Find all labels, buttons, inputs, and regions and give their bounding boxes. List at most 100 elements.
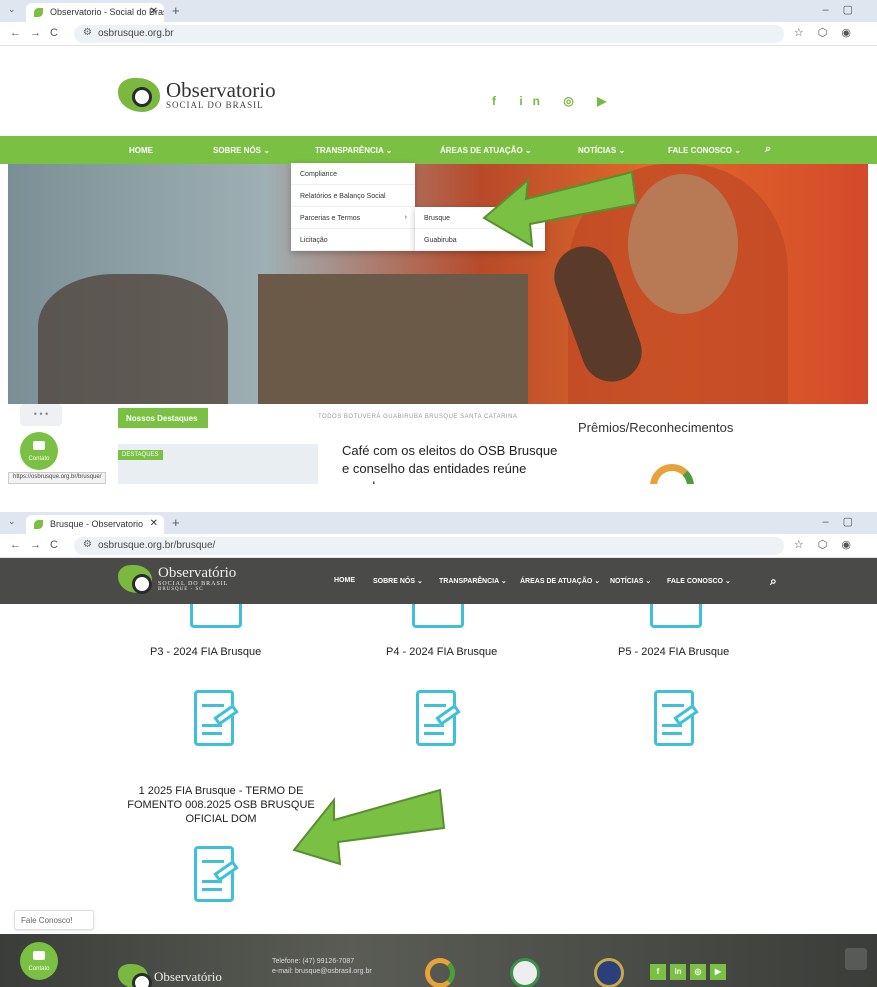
doc-title-p3[interactable]: P3 - 2024 FIA Brusque	[150, 646, 261, 658]
linkedin-icon[interactable]: in	[670, 964, 686, 980]
nav-sobre[interactable]: SOBRE NÓS ⌄	[373, 577, 423, 585]
logo-city: BRUSQUE - SC	[158, 587, 204, 592]
url-field[interactable]: ⚙ osbrusque.org.br	[74, 25, 784, 43]
browser-actions[interactable]: ☆⬡◉	[794, 538, 865, 551]
tab-title: Brusque - Observatorio	[50, 519, 144, 529]
logo-title: Observatório	[158, 565, 237, 581]
menu-item-compliance[interactable]: Compliance	[291, 163, 415, 185]
window-controls[interactable]: –▢	[822, 515, 867, 528]
documents-grid: P3 - 2024 FIA Brusque P4 - 2024 FIA Brus…	[0, 604, 877, 934]
award-badge-icon	[594, 958, 624, 987]
nav-noticias[interactable]: NOTÍCIAS ⌄	[610, 577, 651, 585]
news-thumbnail[interactable]: DESTAQUES	[118, 444, 318, 484]
menu-item-parcerias[interactable]: Parcerias e Termos ›	[291, 207, 415, 229]
nav-buttons[interactable]: ←→C	[10, 539, 67, 551]
favicon-icon	[34, 520, 43, 529]
url-text: osbrusque.org.br/brusque/	[98, 540, 216, 551]
footer-social: f in ◎ ▶	[650, 964, 726, 980]
contact-tooltip: Fale Conosco!	[14, 910, 94, 930]
close-tab-icon[interactable]: ✕	[150, 518, 158, 529]
doc-title-p5[interactable]: P5 - 2024 FIA Brusque	[618, 646, 729, 658]
address-bar: ←→C ⚙ osbrusque.org.br ☆⬡◉	[0, 22, 877, 46]
nav-home[interactable]: HOME	[334, 577, 355, 584]
favicon-icon	[34, 8, 43, 17]
tab-title: Observatorio - Social do Brasi	[50, 7, 164, 17]
document-icon[interactable]	[648, 690, 700, 746]
screenshot-brusque: ⌄ Brusque - Observatorio ✕ + –▢ ←→C ⚙ os…	[0, 512, 877, 987]
footer-logo[interactable]: Observatório	[118, 964, 222, 987]
nav-areas[interactable]: ÁREAS DE ATUAÇÃO ⌄	[520, 577, 600, 585]
nav-sobre[interactable]: SOBRE NÓS ⌄	[213, 146, 270, 155]
document-icon[interactable]	[412, 604, 464, 628]
facebook-icon[interactable]: f	[650, 964, 666, 980]
url-field[interactable]: ⚙ osbrusque.org.br/brusque/	[74, 537, 784, 555]
search-icon[interactable]: ⌕	[770, 574, 777, 589]
tab-list-icon[interactable]: ⌄	[8, 516, 16, 527]
chevron-right-icon: ›	[404, 214, 407, 221]
chat-button[interactable]: Contato	[20, 432, 58, 470]
site-info-icon[interactable]: ⚙	[83, 27, 92, 38]
hero-banner	[8, 164, 868, 404]
nav-transparencia[interactable]: TRANSPARÊNCIA ⌄	[439, 577, 507, 585]
document-icon[interactable]	[410, 690, 462, 746]
site-logo[interactable]: Observatório SOCIAL DO BRASIL BRUSQUE - …	[118, 565, 237, 594]
nav-transparencia[interactable]: TRANSPARÊNCIA ⌄	[315, 146, 392, 155]
brazil-map-icon	[118, 964, 152, 987]
highlights-section: • • • Nossos Destaques TODOS BOTUVERÁ GU…	[0, 404, 877, 484]
site-footer: Observatório Telefone: (47) 99126-7087 e…	[0, 934, 877, 987]
green-arrow-annotation	[292, 788, 446, 866]
logo-title: Observatorio	[166, 78, 276, 102]
search-icon[interactable]: ⌕	[765, 143, 771, 156]
footer-contact: Telefone: (47) 99126-7087 e-mail: brusqu…	[272, 958, 372, 975]
seal-badge-icon	[510, 958, 540, 987]
brazil-map-icon	[118, 78, 160, 112]
nav-areas[interactable]: ÁREAS DE ATUAÇÃO ⌄	[440, 146, 532, 155]
transparencia-dropdown: Compliance Relatórios e Balanço Social P…	[291, 163, 415, 251]
instagram-icon[interactable]: ◎	[690, 964, 706, 980]
nav-fale[interactable]: FALE CONOSCO ⌄	[667, 577, 731, 585]
address-bar: ←→C ⚙ osbrusque.org.br/brusque/ ☆⬡◉	[0, 534, 877, 558]
url-text: osbrusque.org.br	[98, 28, 174, 39]
nav-fale[interactable]: FALE CONOSCO ⌄	[668, 146, 741, 155]
brazil-map-icon	[118, 565, 152, 594]
chat-button[interactable]: Contato	[20, 942, 58, 980]
document-icon[interactable]	[188, 846, 240, 902]
highlight-filters[interactable]: TODOS BOTUVERÁ GUABIRUBA BRUSQUE SANTA C…	[318, 414, 517, 420]
browser-tab[interactable]: Observatorio - Social do Brasi ✕	[26, 3, 164, 22]
main-nav: HOME SOBRE NÓS ⌄ TRANSPARÊNCIA ⌄ ÁREAS D…	[0, 136, 877, 164]
site-info-icon[interactable]: ⚙	[83, 539, 92, 550]
more-options-icon[interactable]: • • •	[20, 404, 62, 426]
browser-tab-bar: ⌄ Observatorio - Social do Brasi ✕ + –▢	[0, 0, 877, 22]
sdg-badge-icon	[425, 958, 455, 987]
document-icon[interactable]	[190, 604, 242, 628]
logo-subtitle: SOCIAL DO BRASIL	[166, 100, 264, 110]
nav-buttons[interactable]: ←→C	[10, 27, 67, 39]
document-icon[interactable]	[650, 604, 702, 628]
site-header: Observatorio SOCIAL DO BRASIL f in ◎ ▶	[0, 46, 877, 136]
screenshot-home: ⌄ Observatorio - Social do Brasi ✕ + –▢ …	[0, 0, 877, 484]
browser-tab[interactable]: Brusque - Observatorio ✕	[26, 515, 164, 534]
thumb-tag: DESTAQUES	[118, 450, 163, 460]
site-logo[interactable]: Observatorio SOCIAL DO BRASIL	[118, 78, 276, 112]
tab-list-icon[interactable]: ⌄	[8, 4, 16, 15]
news-title[interactable]: Café com os eleitos do OSB Brusque e con…	[342, 442, 562, 484]
sticky-header: Observatório SOCIAL DO BRASIL BRUSQUE - …	[0, 558, 877, 604]
youtube-icon[interactable]: ▶	[710, 964, 726, 980]
window-controls[interactable]: –▢	[822, 3, 867, 16]
menu-item-licitacao[interactable]: Licitação	[291, 229, 415, 251]
close-tab-icon[interactable]: ✕	[150, 6, 158, 17]
sdg-badge-icon	[650, 464, 694, 484]
menu-item-relatorios[interactable]: Relatórios e Balanço Social	[291, 185, 415, 207]
new-tab-icon[interactable]: +	[172, 3, 180, 18]
back-to-top-button[interactable]	[845, 948, 867, 970]
nav-home[interactable]: HOME	[129, 146, 153, 155]
nav-noticias[interactable]: NOTÍCIAS ⌄	[578, 146, 625, 155]
new-tab-icon[interactable]: +	[172, 515, 180, 530]
awards-heading: Prêmios/Reconhecimentos	[578, 420, 734, 435]
doc-title-p4[interactable]: P4 - 2024 FIA Brusque	[386, 646, 497, 658]
social-icons[interactable]: f in ◎ ▶	[492, 94, 616, 108]
browser-tab-bar: ⌄ Brusque - Observatorio ✕ + –▢	[0, 512, 877, 534]
browser-actions[interactable]: ☆⬡◉	[794, 26, 865, 39]
document-icon[interactable]	[188, 690, 240, 746]
status-bar-url: https://osbrusque.org.br/brusque/	[8, 472, 107, 484]
